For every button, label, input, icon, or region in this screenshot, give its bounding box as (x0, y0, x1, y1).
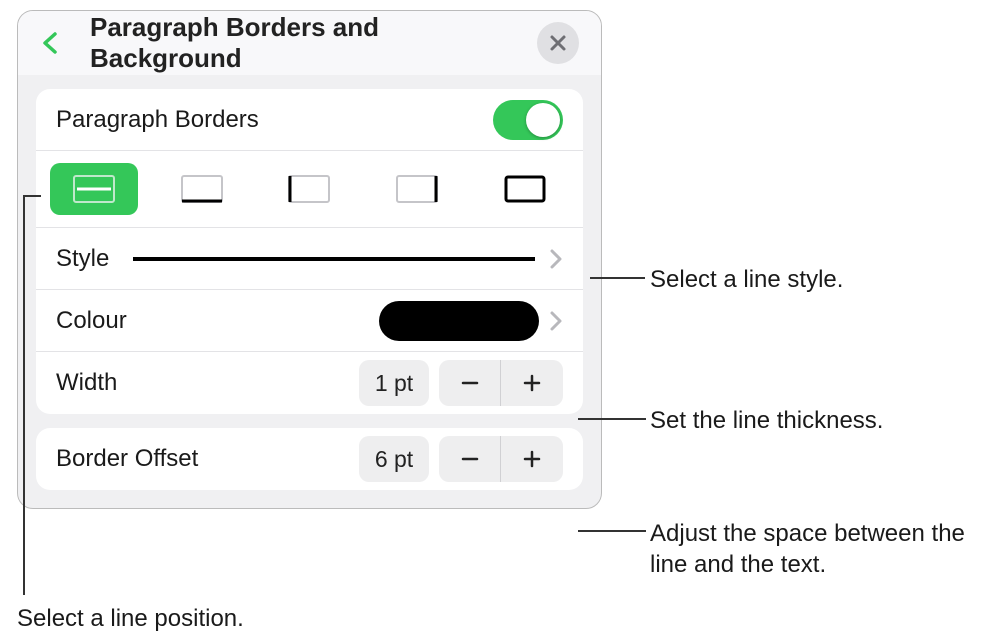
border-position-all[interactable] (481, 163, 569, 215)
width-stepper-group: 1 pt (359, 360, 563, 406)
width-value: 1 pt (359, 360, 429, 406)
plus-icon (521, 372, 543, 394)
border-all-icon (504, 175, 546, 203)
offset-decrement[interactable] (439, 436, 501, 482)
width-label: Width (56, 369, 117, 397)
border-position-row (36, 151, 583, 228)
colour-row[interactable]: Colour (36, 290, 583, 352)
callout-line (590, 277, 645, 279)
border-left-icon (288, 175, 330, 203)
format-panel: Paragraph Borders and Background Paragra… (17, 10, 602, 509)
width-row: Width 1 pt (36, 352, 583, 414)
style-row[interactable]: Style (36, 228, 583, 290)
panel-header: Paragraph Borders and Background (18, 11, 601, 75)
callout-width: Set the line thickness. (650, 405, 883, 436)
border-bottom-icon (181, 175, 223, 203)
callout-position: Select a line position. (17, 603, 244, 634)
close-icon (549, 34, 567, 52)
offset-stepper-group: 6 pt (359, 436, 563, 482)
colour-swatch[interactable] (379, 301, 539, 341)
close-button[interactable] (537, 22, 579, 64)
offset-increment[interactable] (501, 436, 563, 482)
callout-style: Select a line style. (650, 264, 843, 295)
border-offset-row: Border Offset 6 pt (36, 428, 583, 490)
width-increment[interactable] (501, 360, 563, 406)
panel-title: Paragraph Borders and Background (90, 12, 537, 74)
toggle-knob (526, 103, 560, 137)
callout-line (23, 195, 41, 197)
callout-line (578, 418, 646, 420)
section-offset: Border Offset 6 pt (36, 428, 583, 490)
callout-offset: Adjust the space between the line and th… (650, 518, 990, 580)
callout-line (578, 530, 646, 532)
chevron-right-icon (549, 248, 563, 270)
offset-stepper (439, 436, 563, 482)
toggle-label: Paragraph Borders (56, 106, 259, 134)
width-decrement[interactable] (439, 360, 501, 406)
border-position-bottom[interactable] (158, 163, 246, 215)
border-offset-label: Border Offset (56, 445, 198, 473)
style-label: Style (56, 245, 109, 273)
chevron-right-icon (549, 310, 563, 332)
section-borders: Paragraph Borders (36, 89, 583, 414)
border-right-icon (396, 175, 438, 203)
minus-icon (459, 372, 481, 394)
border-position-left[interactable] (265, 163, 353, 215)
callout-line (23, 195, 25, 595)
paragraph-borders-toggle-row: Paragraph Borders (36, 89, 583, 151)
width-stepper (439, 360, 563, 406)
paragraph-borders-toggle[interactable] (493, 100, 563, 140)
minus-icon (459, 448, 481, 470)
offset-value: 6 pt (359, 436, 429, 482)
plus-icon (521, 448, 543, 470)
colour-label: Colour (56, 307, 127, 335)
back-icon[interactable] (40, 32, 62, 54)
border-position-right[interactable] (373, 163, 461, 215)
border-position-middle[interactable] (50, 163, 138, 215)
border-middle-icon (73, 175, 115, 203)
style-preview (133, 257, 535, 261)
